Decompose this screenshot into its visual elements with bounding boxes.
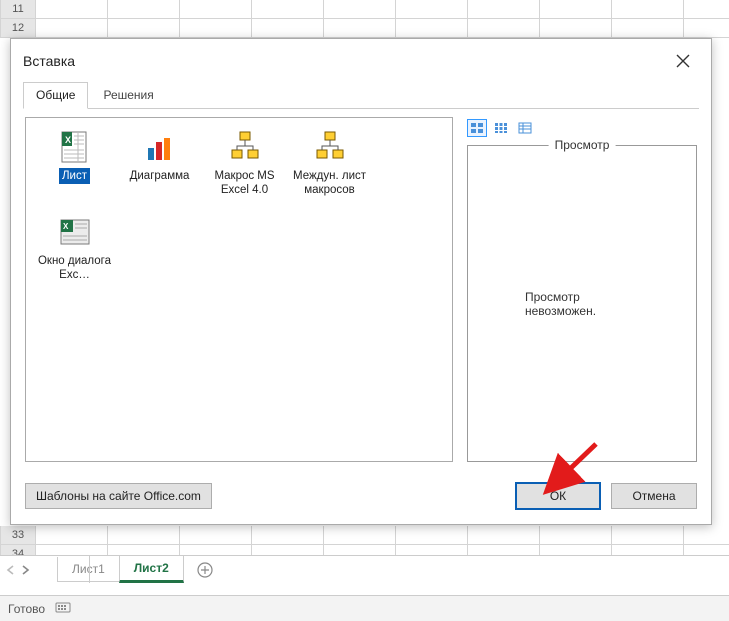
svg-text:X: X [63,222,69,231]
dialog-tabs: Общие Решения [23,81,699,109]
chart-icon [143,130,177,164]
preview-pane: Просмотр Просмотр невозможен. [467,145,697,462]
tab-nav[interactable] [6,565,30,575]
dialog-window-icon: X [58,215,92,249]
template-item-excel-dialog[interactable]: X Окно диалога Exc… [32,215,117,284]
template-item-macro[interactable]: Макрос MS Excel 4.0 [202,130,287,199]
tab-solutions[interactable]: Решения [90,82,166,109]
preview-label: Просмотр [549,138,616,152]
row-header[interactable]: 11 [0,0,36,19]
row-header[interactable]: 12 [0,19,36,38]
worksheet-icon: X [58,130,92,164]
template-item-label: Лист [59,168,90,184]
dialog-titlebar: Вставка [11,39,711,81]
template-item-label: Окно диалога Exc… [32,253,117,284]
macro-recorder-icon[interactable] [55,600,71,617]
dialog-title: Вставка [23,53,75,69]
template-item-intl-macro[interactable]: Междун. лист макросов [287,130,372,199]
template-item-label: Междун. лист макросов [287,168,372,199]
view-list-button[interactable] [491,119,511,137]
status-ready: Готово [8,602,45,616]
status-bar: Готово [0,595,729,621]
list-icon [494,122,508,134]
template-item-label: Макрос MS Excel 4.0 [202,168,287,199]
cancel-button[interactable]: Отмена [611,483,697,509]
view-large-icons-button[interactable] [467,119,487,137]
new-sheet-button[interactable] [192,557,218,583]
svg-text:X: X [65,135,71,145]
insert-dialog: Вставка Общие Решения X Лист Диаг [10,38,712,525]
details-icon [518,122,532,134]
close-button[interactable] [665,47,701,75]
intl-macro-icon [313,130,347,164]
close-icon [676,54,690,68]
macro-icon [228,130,262,164]
template-list[interactable]: X Лист Диаграмма Макрос MS Excel 4.0 [25,117,453,462]
templates-online-button[interactable]: Шаблоны на сайте Office.com [25,483,212,509]
sheet-tab-bar: Лист1 Лист2 [0,555,729,583]
template-item-chart[interactable]: Диаграмма [117,130,202,199]
template-item-sheet[interactable]: X Лист [32,130,117,199]
view-details-button[interactable] [515,119,535,137]
sheet-tab-active[interactable]: Лист2 [119,556,184,583]
template-item-label: Диаграмма [127,168,193,184]
dialog-button-row: Шаблоны на сайте Office.com ОК Отмена [11,472,711,524]
preview-message: Просмотр невозможен. [525,290,639,318]
row-header[interactable]: 33 [0,526,36,545]
tab-general[interactable]: Общие [23,82,88,109]
ok-button[interactable]: ОК [515,482,601,510]
large-icons-icon [470,122,484,134]
